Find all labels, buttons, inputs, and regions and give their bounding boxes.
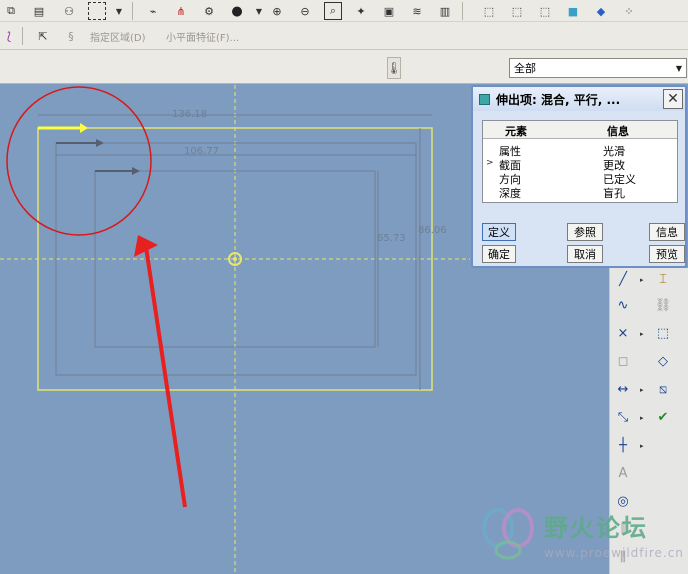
start-arrowhead-inner: [132, 167, 140, 175]
element-info: 盲孔: [603, 187, 625, 200]
preview-button[interactable]: 预览: [649, 245, 685, 263]
start-arrowhead-yellow: [80, 123, 88, 133]
small-surface-item: 小平面特征(F)...: [166, 33, 240, 44]
datum-graph-icon[interactable]: ⋔: [172, 2, 190, 20]
chevron-right-icon[interactable]: ▸: [640, 442, 644, 450]
binoculars-icon[interactable]: ⚇: [60, 2, 78, 20]
watermark-url: www.proewildfire.cn: [544, 546, 684, 560]
copy-icon[interactable]: ⧉: [2, 2, 20, 20]
refs-button[interactable]: 参照: [567, 223, 603, 241]
dim-width-outer[interactable]: 136.18: [172, 109, 207, 120]
current-item-arrow-icon: >: [486, 158, 494, 168]
chevron-down-icon[interactable]: ▼: [250, 2, 268, 20]
start-arrowhead-mid: [96, 139, 104, 147]
dim-height-inner[interactable]: 65.73: [377, 233, 406, 244]
datum-points-icon[interactable]: ⁘: [620, 2, 638, 20]
constraint-icon[interactable]: ┼: [614, 436, 632, 454]
main-toolbar: ⧉ ▤ ⚇ ▼ ⌁ ⋔ ⚙ ● ▼ ⊕ ⊖ ⌕ ✦ ▣ ≋ ▥ ⬚ ⬚ ⬚ ■ …: [0, 0, 688, 22]
toolbar-divider: [132, 2, 133, 20]
view-manager-icon[interactable]: ⚙: [200, 2, 218, 20]
use-edge-icon[interactable]: ⬚: [654, 324, 672, 342]
dim-height-outer[interactable]: 86.06: [418, 225, 447, 236]
list-item[interactable]: 深度 盲孔: [483, 185, 677, 200]
zoom-out-icon[interactable]: ⊖: [296, 2, 314, 20]
palette-icon[interactable]: ⌶: [654, 270, 672, 288]
no-hidden-icon[interactable]: ⬚: [536, 2, 554, 20]
point-icon[interactable]: ×: [614, 324, 632, 342]
list-item[interactable]: 属性 光滑: [483, 143, 677, 158]
paste-special-icon[interactable]: ▤: [30, 2, 48, 20]
ok-button[interactable]: 确定: [482, 245, 516, 263]
list-header: 元素 信息: [483, 121, 677, 139]
dimension-icon[interactable]: ↔: [614, 380, 632, 398]
chain-link-icon[interactable]: ⛓: [654, 296, 672, 314]
info-button[interactable]: 信息: [649, 223, 685, 241]
chevron-right-icon[interactable]: ▸: [640, 414, 644, 422]
toolbar-divider: [22, 27, 23, 45]
sketch-icon[interactable]: ⟅: [0, 27, 18, 45]
annotation-arrow-shaft: [144, 246, 187, 508]
select-box-icon[interactable]: [88, 2, 106, 20]
list-item[interactable]: > 截面 更改: [483, 157, 677, 172]
datum-planes-icon[interactable]: ◆: [592, 2, 610, 20]
dialog-title: 伸出项: 混合, 平行, ...: [496, 92, 621, 107]
chevron-down-icon: ▼: [675, 63, 683, 73]
cancel-button[interactable]: 取消: [567, 245, 603, 263]
modify-icon[interactable]: ⤡: [614, 408, 632, 426]
line-icon[interactable]: ╱: [614, 270, 632, 288]
hidden-line-icon[interactable]: ⬚: [508, 2, 526, 20]
toolbar-divider: [462, 2, 463, 20]
forum-watermark: 野火论坛 www.proewildfire.cn: [478, 504, 684, 568]
saved-views-icon[interactable]: ▣: [380, 2, 398, 20]
shading-icon[interactable]: ■: [564, 2, 582, 20]
chevron-right-icon[interactable]: ▸: [640, 386, 644, 394]
text-icon[interactable]: A: [614, 464, 632, 482]
dialog-titlebar[interactable]: 伸出项: 混合, 平行, ...: [473, 87, 685, 111]
element-name: 深度: [499, 187, 521, 200]
define-button[interactable]: 定义: [482, 223, 516, 241]
appearance-sphere-icon[interactable]: ●: [228, 2, 246, 20]
chevron-down-icon[interactable]: ▼: [110, 2, 128, 20]
offset-icon[interactable]: ◻: [614, 352, 632, 370]
reorient-icon[interactable]: ✦: [352, 2, 370, 20]
element-list: 元素 信息 属性 光滑 > 截面 更改 方向 已定义 深度 盲孔: [482, 120, 678, 203]
specify-region-item: 指定区域(D): [90, 33, 146, 44]
chevron-right-icon[interactable]: ▸: [640, 330, 644, 338]
trim-icon[interactable]: ⧅: [654, 380, 672, 398]
setup-icon[interactable]: ▥: [436, 2, 454, 20]
feature-element-dialog: 伸出项: 混合, 平行, ... ✕ 元素 信息 属性 光滑 > 截面 更改 方…: [471, 85, 687, 268]
rotate-resize-icon[interactable]: ◇: [654, 352, 672, 370]
butterfly-logo-icon: [482, 508, 534, 560]
secondary-toolbar: ⟅ ⇱ § 指定区域(D) 小平面特征(F)...: [0, 22, 688, 50]
filter-value: 全部: [514, 62, 536, 75]
thermometer-icon[interactable]: 🌡: [386, 57, 402, 79]
chevron-right-icon[interactable]: ▸: [640, 276, 644, 284]
column-header-element: 元素: [505, 125, 527, 138]
refit-icon[interactable]: ⌕: [324, 2, 342, 20]
scroll-icon: §: [68, 29, 74, 43]
list-item[interactable]: 方向 已定义: [483, 171, 677, 186]
annotation-ellipse: [6, 86, 152, 236]
watermark-name: 野火论坛: [544, 514, 648, 542]
zoom-in-icon[interactable]: ⊕: [268, 2, 286, 20]
column-header-info: 信息: [607, 125, 629, 138]
done-check-icon[interactable]: ✔: [654, 408, 672, 426]
feature-icon: [479, 93, 490, 105]
origin-dot: [233, 257, 237, 261]
spline-icon[interactable]: ∿: [614, 296, 632, 314]
regenerate-icon[interactable]: ⌁: [144, 2, 162, 20]
layers-icon[interactable]: ≋: [408, 2, 426, 20]
selection-filter-select[interactable]: 全部 ▼: [509, 58, 687, 78]
dim-width-inner[interactable]: 106.77: [184, 146, 219, 157]
wireframe-icon[interactable]: ⬚: [480, 2, 498, 20]
close-button[interactable]: ✕: [663, 89, 683, 109]
whats-this-icon[interactable]: ⇱: [34, 27, 52, 45]
